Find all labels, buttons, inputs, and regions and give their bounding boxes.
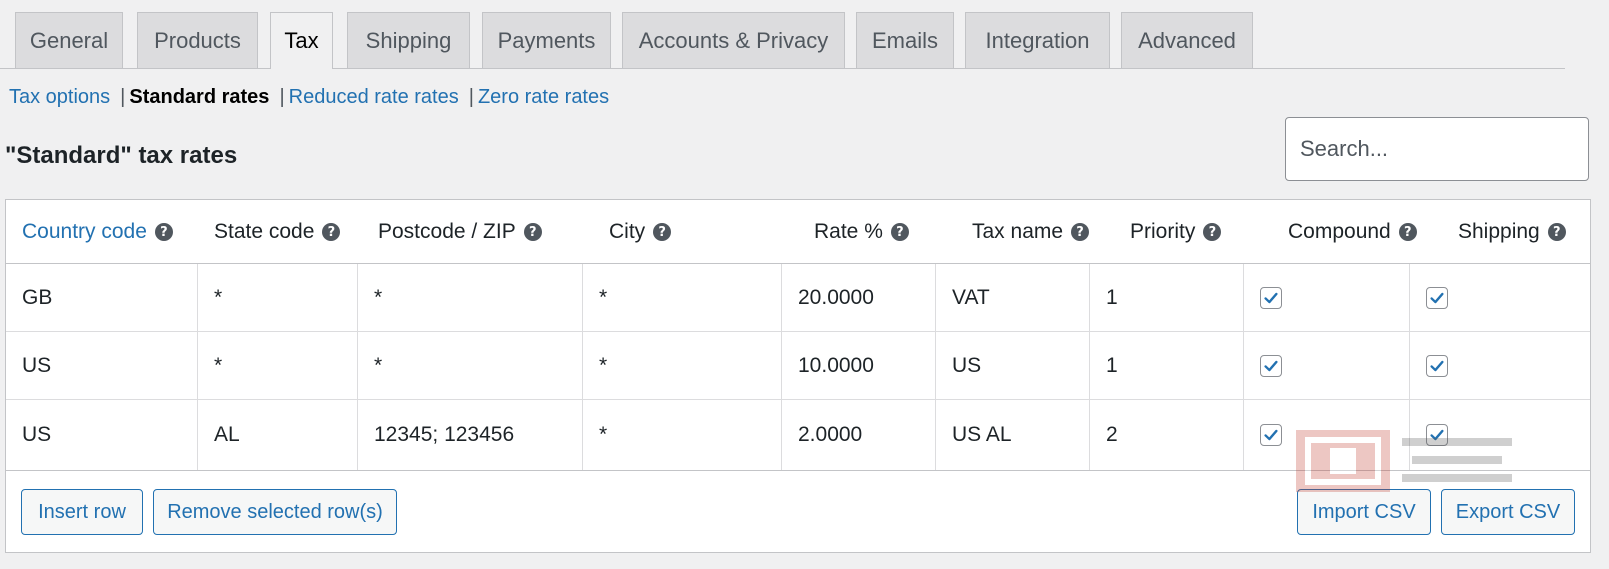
column-header-shipping: Shipping? <box>1458 200 1566 264</box>
cell-state[interactable]: AL <box>198 400 358 470</box>
help-icon[interactable]: ? <box>1203 223 1222 241</box>
cell-compound <box>1244 264 1410 332</box>
tab-advanced[interactable]: Advanced <box>1121 12 1253 68</box>
export-csv-button[interactable]: Export CSV <box>1441 489 1575 535</box>
import-csv-button[interactable]: Import CSV <box>1297 489 1431 535</box>
column-header-country-code[interactable]: Country code? <box>22 200 173 264</box>
tab-general[interactable]: General <box>15 12 123 68</box>
cell-priority[interactable]: 1 <box>1090 332 1244 400</box>
checkmark-icon <box>1264 292 1278 304</box>
cell-shipping <box>1410 264 1592 332</box>
column-header-city: City? <box>609 200 672 264</box>
column-label: Postcode / ZIP <box>378 220 516 243</box>
cell-city[interactable]: * <box>583 264 782 332</box>
cell-compound <box>1244 332 1410 400</box>
cell-rate[interactable]: 20.0000 <box>782 264 936 332</box>
cell-country[interactable]: US <box>6 400 198 470</box>
subnav-zero-rates[interactable]: Zero rate rates <box>478 86 609 109</box>
table-row[interactable]: US AL 12345; 123456 * 2.0000 US AL 2 <box>6 400 1590 470</box>
cell-country[interactable]: GB <box>6 264 198 332</box>
cell-shipping <box>1410 400 1592 470</box>
table-row[interactable]: GB * * * 20.0000 VAT 1 <box>6 264 1590 332</box>
checkmark-icon <box>1430 360 1444 372</box>
checkmark-icon <box>1264 429 1278 441</box>
cell-postcode[interactable]: 12345; 123456 <box>358 400 583 470</box>
tab-products[interactable]: Products <box>137 12 258 68</box>
cell-compound <box>1244 400 1410 470</box>
column-label: City <box>609 220 646 243</box>
cell-postcode[interactable]: * <box>358 332 583 400</box>
cell-postcode[interactable]: * <box>358 264 583 332</box>
subnav-separator: | <box>468 85 474 108</box>
checkmark-icon <box>1430 429 1444 441</box>
subnav-tax-options[interactable]: Tax options <box>9 86 110 109</box>
column-header-priority: Priority? <box>1130 200 1222 264</box>
help-icon[interactable]: ? <box>1071 223 1090 241</box>
column-header-compound: Compound? <box>1288 200 1417 264</box>
cell-rate[interactable]: 10.0000 <box>782 332 936 400</box>
column-label: State code <box>214 220 315 243</box>
cell-tax-name[interactable]: US <box>936 332 1090 400</box>
shipping-checkbox[interactable] <box>1426 355 1448 377</box>
subnav-separator: | <box>120 85 126 108</box>
column-label: Rate % <box>814 220 883 243</box>
remove-rows-button[interactable]: Remove selected row(s) <box>153 489 397 535</box>
column-label: Priority <box>1130 220 1196 243</box>
column-label: Country code <box>22 220 147 243</box>
shipping-checkbox[interactable] <box>1426 424 1448 446</box>
tab-tax[interactable]: Tax <box>270 12 333 69</box>
column-header-rate: Rate %? <box>814 200 909 264</box>
cell-rate[interactable]: 2.0000 <box>782 400 936 470</box>
table-header: Country code? State code? Postcode / ZIP… <box>6 200 1590 264</box>
cell-city[interactable]: * <box>583 332 782 400</box>
page-title: "Standard" tax rates <box>5 142 238 169</box>
subnav-reduced-rates[interactable]: Reduced rate rates <box>289 86 459 109</box>
help-icon[interactable]: ? <box>322 223 341 241</box>
tab-accounts-privacy[interactable]: Accounts & Privacy <box>622 12 845 68</box>
column-label: Shipping <box>1458 220 1540 243</box>
cell-city[interactable]: * <box>583 400 782 470</box>
checkmark-icon <box>1430 292 1444 304</box>
tax-rates-table: Country code? State code? Postcode / ZIP… <box>5 199 1591 553</box>
subnav-separator: | <box>279 85 285 108</box>
column-label: Tax name <box>972 220 1064 243</box>
column-label: Compound <box>1288 220 1391 243</box>
settings-tabs: General Products Tax Shipping Payments A… <box>0 12 1565 69</box>
table-footer: Insert row Remove selected row(s) Import… <box>6 470 1590 554</box>
compound-checkbox[interactable] <box>1260 424 1282 446</box>
cell-tax-name[interactable]: VAT <box>936 264 1090 332</box>
tax-subnav: Tax options | Standard rates | Reduced r… <box>9 84 609 110</box>
cell-state[interactable]: * <box>198 264 358 332</box>
tab-shipping[interactable]: Shipping <box>347 12 470 68</box>
column-header-state-code: State code? <box>214 200 341 264</box>
compound-checkbox[interactable] <box>1260 355 1282 377</box>
shipping-checkbox[interactable] <box>1426 287 1448 309</box>
tab-payments[interactable]: Payments <box>482 12 611 68</box>
checkmark-icon <box>1264 360 1278 372</box>
tab-integration[interactable]: Integration <box>965 12 1110 68</box>
column-header-tax-name: Tax name? <box>972 200 1090 264</box>
cell-shipping <box>1410 332 1592 400</box>
tab-emails[interactable]: Emails <box>856 12 954 68</box>
cell-priority[interactable]: 2 <box>1090 400 1244 470</box>
insert-row-button[interactable]: Insert row <box>21 489 143 535</box>
help-icon[interactable]: ? <box>154 223 173 241</box>
search-input[interactable] <box>1285 117 1589 181</box>
subnav-standard-rates[interactable]: Standard rates <box>129 86 269 109</box>
help-icon[interactable]: ? <box>890 223 909 241</box>
column-header-postcode: Postcode / ZIP? <box>378 200 542 264</box>
cell-country[interactable]: US <box>6 332 198 400</box>
table-row[interactable]: US * * * 10.0000 US 1 <box>6 332 1590 400</box>
cell-tax-name[interactable]: US AL <box>936 400 1090 470</box>
cell-state[interactable]: * <box>198 332 358 400</box>
compound-checkbox[interactable] <box>1260 287 1282 309</box>
help-icon[interactable]: ? <box>523 223 542 241</box>
help-icon[interactable]: ? <box>1547 223 1566 241</box>
help-icon[interactable]: ? <box>653 223 672 241</box>
help-icon[interactable]: ? <box>1398 223 1417 241</box>
cell-priority[interactable]: 1 <box>1090 264 1244 332</box>
